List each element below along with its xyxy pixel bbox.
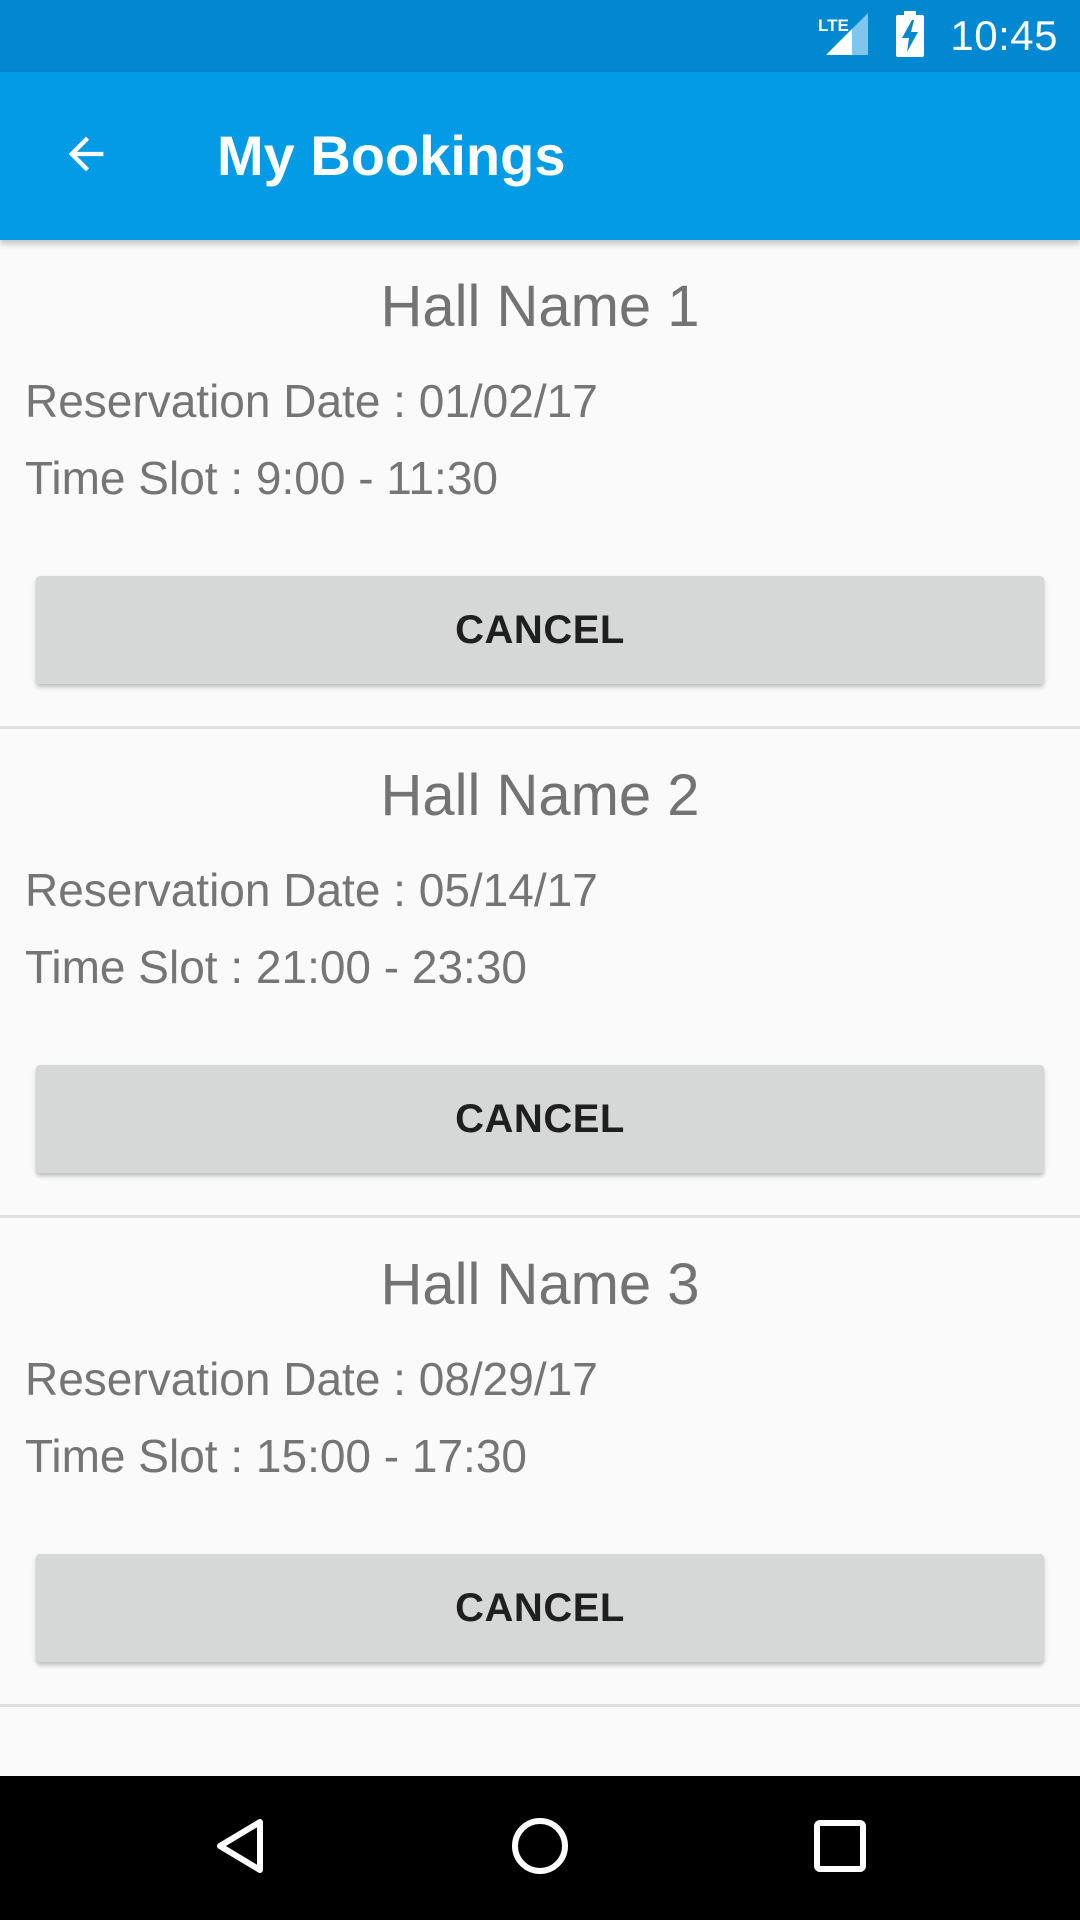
nav-recents-button[interactable] xyxy=(790,1798,890,1898)
booking-card: Hall Name 1 Reservation Date : 01/02/17 … xyxy=(0,240,1080,729)
screen: LTE 10:45 My Bookings Hall Name 1 Reserv… xyxy=(0,0,1080,1920)
lte-label: LTE xyxy=(818,16,849,35)
nav-back-button[interactable] xyxy=(190,1798,290,1898)
status-time: 10:45 xyxy=(950,12,1058,59)
nav-back-icon xyxy=(212,1816,268,1881)
nav-recents-icon xyxy=(813,1819,867,1878)
reservation-date: Reservation Date : 08/29/17 xyxy=(25,1353,598,1405)
arrow-back-icon xyxy=(60,128,112,185)
booking-list[interactable]: Hall Name 1 Reservation Date : 01/02/17 … xyxy=(0,240,1080,1776)
time-slot: Time Slot : 21:00 - 23:30 xyxy=(25,941,528,993)
battery-charging-icon xyxy=(896,10,925,62)
cancel-button[interactable]: CANCEL xyxy=(36,576,1044,684)
cancel-button[interactable]: CANCEL xyxy=(36,1554,1044,1662)
navigation-bar xyxy=(0,1776,1080,1920)
booking-card: Hall Name 2 Reservation Date : 05/14/17 … xyxy=(0,729,1080,1218)
status-bar: LTE 10:45 xyxy=(0,0,1080,72)
back-button[interactable] xyxy=(42,112,130,200)
status-icons: LTE 10:45 xyxy=(816,0,1058,72)
booking-card: Hall Name 3 Reservation Date : 08/29/17 … xyxy=(0,1218,1080,1707)
hall-name: Hall Name 2 xyxy=(380,763,700,828)
hall-name: Hall Name 1 xyxy=(380,274,700,339)
time-slot: Time Slot : 9:00 - 11:30 xyxy=(25,452,499,504)
reservation-date: Reservation Date : 05/14/17 xyxy=(25,864,598,916)
app-bar: My Bookings xyxy=(0,72,1080,240)
time-slot: Time Slot : 15:00 - 17:30 xyxy=(25,1430,528,1482)
nav-home-icon xyxy=(510,1816,570,1881)
nav-home-button[interactable] xyxy=(490,1798,590,1898)
lte-signal-icon: LTE xyxy=(816,11,870,62)
hall-name: Hall Name 3 xyxy=(380,1252,700,1317)
reservation-date: Reservation Date : 01/02/17 xyxy=(25,375,598,427)
cancel-button[interactable]: CANCEL xyxy=(36,1065,1044,1173)
page-title: My Bookings xyxy=(217,124,566,187)
